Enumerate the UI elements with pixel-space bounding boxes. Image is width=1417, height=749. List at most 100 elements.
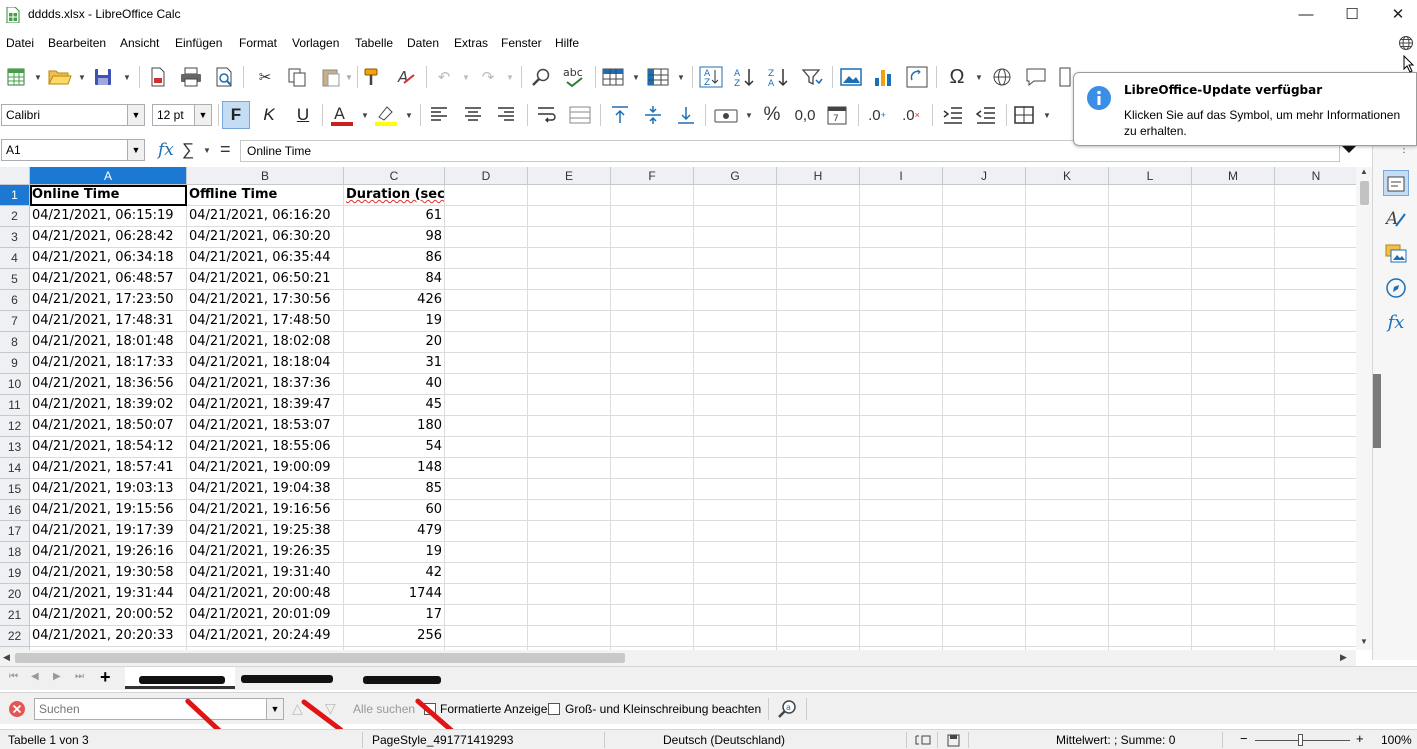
cell-l10[interactable]	[1109, 374, 1192, 395]
cell-f12[interactable]	[611, 416, 694, 437]
cell-c12[interactable]: 180	[344, 416, 445, 437]
cell-n15[interactable]	[1275, 479, 1356, 500]
cell-k21[interactable]	[1026, 605, 1109, 626]
cell-e12[interactable]	[528, 416, 611, 437]
cell-g10[interactable]	[694, 374, 777, 395]
cell-i16[interactable]	[860, 500, 943, 521]
next-sheet-icon[interactable]: ▶	[53, 671, 61, 682]
cell-j21[interactable]	[943, 605, 1026, 626]
cell-h10[interactable]	[777, 374, 860, 395]
cell-c20[interactable]: 1744	[344, 584, 445, 605]
cell-d5[interactable]	[445, 269, 528, 290]
cell-i11[interactable]	[860, 395, 943, 416]
cell-m2[interactable]	[1192, 206, 1275, 227]
sheet-tab-2[interactable]	[235, 667, 345, 689]
row-header-20[interactable]: 20	[0, 584, 30, 605]
column-header-l[interactable]: L	[1109, 167, 1192, 185]
cell-b7[interactable]: 04/21/2021, 17:48:50	[187, 311, 344, 332]
cell-l3[interactable]	[1109, 227, 1192, 248]
cell-n2[interactable]	[1275, 206, 1356, 227]
sidebar-collapse-handle[interactable]	[1373, 374, 1381, 448]
cell-c22[interactable]: 256	[344, 626, 445, 647]
cell-h17[interactable]	[777, 521, 860, 542]
cell-j5[interactable]	[943, 269, 1026, 290]
cell-h7[interactable]	[777, 311, 860, 332]
menu-tabelle[interactable]: Tabelle	[355, 36, 393, 50]
cell-c19[interactable]: 42	[344, 563, 445, 584]
zoom-level[interactable]: 100%	[1381, 733, 1412, 747]
menu-extras[interactable]: Extras	[454, 36, 488, 50]
cell-e13[interactable]	[528, 437, 611, 458]
cell-m20[interactable]	[1192, 584, 1275, 605]
cell-n12[interactable]	[1275, 416, 1356, 437]
scroll-down-icon[interactable]: ▼	[1360, 637, 1368, 646]
cell-j6[interactable]	[943, 290, 1026, 311]
cell-e20[interactable]	[528, 584, 611, 605]
insert-image-icon[interactable]	[840, 67, 862, 87]
cell-k22[interactable]	[1026, 626, 1109, 647]
headers-footers-icon[interactable]	[1059, 67, 1071, 87]
spreadsheet-grid[interactable]: ABCDEFGHIJKLMN 1 2 3 4 5 6 7 8 9 10 11 12 13 14 15 16 17…	[0, 167, 1356, 650]
cell-a1[interactable]: Online Time	[30, 185, 187, 206]
cell-h11[interactable]	[777, 395, 860, 416]
cell-f20[interactable]	[611, 584, 694, 605]
cell-e3[interactable]	[528, 227, 611, 248]
cell-j3[interactable]	[943, 227, 1026, 248]
sidebar-functions-icon[interactable]: fx	[1383, 310, 1409, 336]
cell-i18[interactable]	[860, 542, 943, 563]
cell-g6[interactable]	[694, 290, 777, 311]
align-bottom-icon[interactable]	[676, 105, 696, 125]
close-find-icon[interactable]	[8, 700, 26, 718]
cell-j12[interactable]	[943, 416, 1026, 437]
cell-m18[interactable]	[1192, 542, 1275, 563]
menu-ansicht[interactable]: Ansicht	[120, 36, 159, 50]
cell-k19[interactable]	[1026, 563, 1109, 584]
cell-b21[interactable]: 04/21/2021, 20:01:09	[187, 605, 344, 626]
cell-j1[interactable]	[943, 185, 1026, 206]
cell-h16[interactable]	[777, 500, 860, 521]
cell-k16[interactable]	[1026, 500, 1109, 521]
cell-l13[interactable]	[1109, 437, 1192, 458]
chevron-down-icon[interactable]: ▼	[632, 73, 640, 82]
cell-d1[interactable]	[445, 185, 528, 206]
date-format-icon[interactable]: 7	[826, 104, 848, 126]
pivot-table-icon[interactable]	[906, 66, 928, 88]
cell-c10[interactable]: 40	[344, 374, 445, 395]
function-wizard-icon[interactable]: fx	[158, 140, 174, 160]
update-notification[interactable]: LibreOffice-Update verfügbar Klicken Sie…	[1073, 72, 1417, 146]
cut-icon[interactable]: ✂	[252, 64, 278, 90]
cell-g11[interactable]	[694, 395, 777, 416]
zoom-slider-handle[interactable]	[1298, 734, 1303, 746]
autofilter-icon[interactable]	[801, 67, 823, 87]
cell-e17[interactable]	[528, 521, 611, 542]
cell-g13[interactable]	[694, 437, 777, 458]
cell-f1[interactable]	[611, 185, 694, 206]
column-header-j[interactable]: J	[943, 167, 1026, 185]
cell-b10[interactable]: 04/21/2021, 18:37:36	[187, 374, 344, 395]
chevron-down-icon[interactable]: ▼	[677, 73, 685, 82]
cell-i12[interactable]	[860, 416, 943, 437]
row-header-13[interactable]: 13	[0, 437, 30, 458]
cell-k7[interactable]	[1026, 311, 1109, 332]
cell-a14[interactable]: 04/21/2021, 18:57:41	[30, 458, 187, 479]
menu-format[interactable]: Format	[239, 36, 277, 50]
cell-a13[interactable]: 04/21/2021, 18:54:12	[30, 437, 187, 458]
cell-g17[interactable]	[694, 521, 777, 542]
cell-b19[interactable]: 04/21/2021, 19:31:40	[187, 563, 344, 584]
cell-n14[interactable]	[1275, 458, 1356, 479]
cell-d19[interactable]	[445, 563, 528, 584]
chevron-down-icon[interactable]: ▼	[78, 73, 86, 82]
highlighting-color-icon[interactable]	[373, 103, 399, 127]
font-color-icon[interactable]: A	[329, 103, 355, 127]
row-header-5[interactable]: 5	[0, 269, 30, 290]
cell-n11[interactable]	[1275, 395, 1356, 416]
chevron-down-icon[interactable]: ▼	[123, 73, 131, 82]
cell-d11[interactable]	[445, 395, 528, 416]
cell-b3[interactable]: 04/21/2021, 06:30:20	[187, 227, 344, 248]
row-header-17[interactable]: 17	[0, 521, 30, 542]
cell-b16[interactable]: 04/21/2021, 19:16:56	[187, 500, 344, 521]
row-header-9[interactable]: 9	[0, 353, 30, 374]
name-box[interactable]: A1 ▼	[1, 139, 145, 161]
print-icon[interactable]	[180, 67, 202, 87]
row-header-19[interactable]: 19	[0, 563, 30, 584]
